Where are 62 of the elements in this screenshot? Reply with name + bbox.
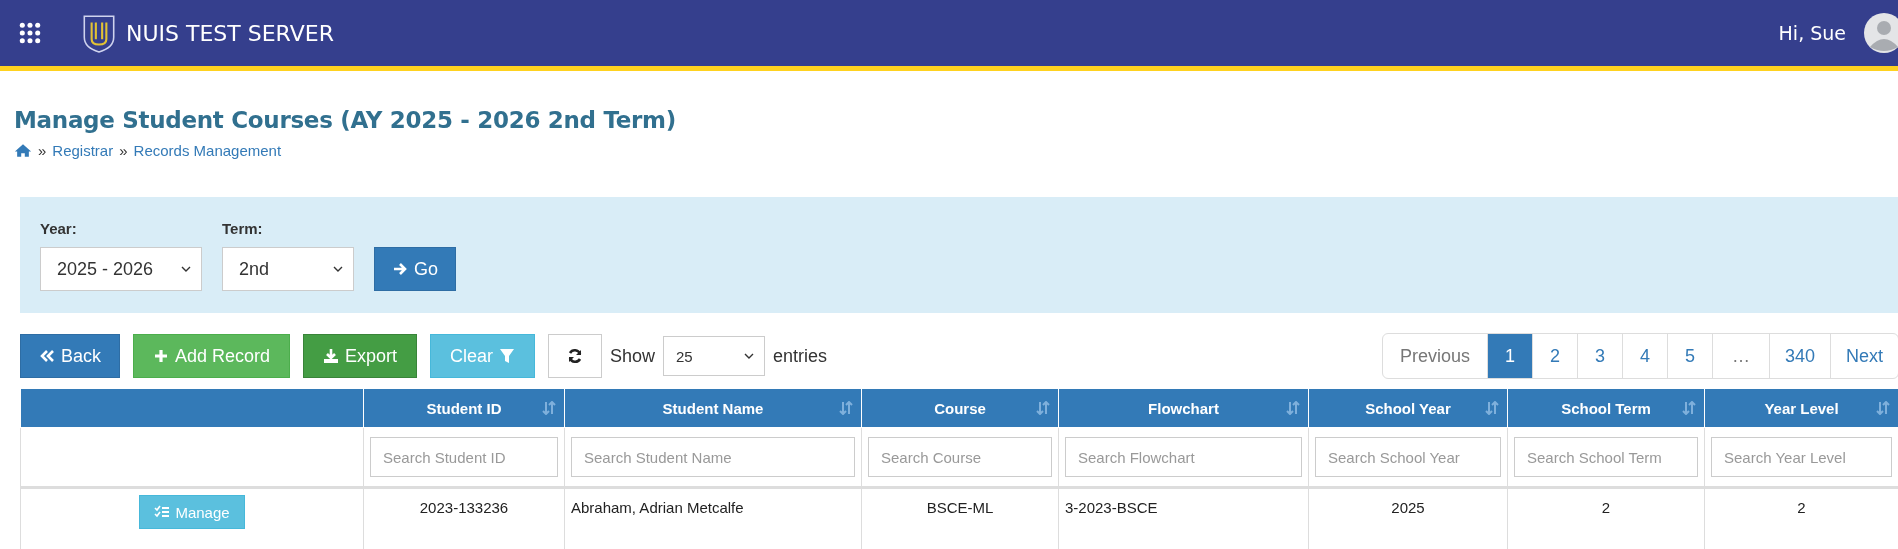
column-header[interactable]: Student ID bbox=[363, 388, 565, 428]
pagination-link[interactable]: 2 bbox=[1531, 334, 1577, 378]
pagination-link[interactable]: 340 bbox=[1768, 334, 1830, 378]
filter-select[interactable]: 2025 - 2026 bbox=[40, 247, 202, 291]
arrow-right-icon bbox=[392, 261, 408, 277]
go-button[interactable]: Go bbox=[374, 247, 456, 291]
apps-grid-icon[interactable] bbox=[19, 22, 41, 44]
app-title: NUIS TEST SERVER bbox=[126, 20, 334, 46]
sort-icon[interactable] bbox=[1286, 401, 1300, 415]
pagination-link[interactable]: 5 bbox=[1666, 334, 1712, 378]
filter-label: Year: bbox=[40, 220, 78, 237]
sort-icon[interactable] bbox=[1682, 401, 1696, 415]
column-search-field[interactable]: Search Course bbox=[868, 437, 1052, 477]
checklist-icon bbox=[154, 504, 171, 520]
column-header[interactable]: School Year bbox=[1308, 388, 1508, 428]
column-header[interactable]: Year Level bbox=[1704, 388, 1898, 428]
filter-icon bbox=[499, 348, 515, 364]
column-search-field[interactable]: Search School Year bbox=[1315, 437, 1501, 477]
home-icon[interactable] bbox=[14, 143, 32, 158]
pagination-link[interactable]: 1 bbox=[1486, 334, 1532, 378]
column-header[interactable]: Course bbox=[861, 388, 1059, 428]
user-greeting: Hi, Sue bbox=[1778, 22, 1846, 44]
column-search-field[interactable]: Search Student ID bbox=[370, 437, 558, 477]
sort-icon[interactable] bbox=[839, 401, 853, 415]
ellipsis: … bbox=[1711, 334, 1769, 378]
page-title: Manage Student Courses (AY 2025 - 2026 2nd Term) bbox=[14, 107, 677, 133]
column-header[interactable]: Student Name bbox=[564, 388, 862, 428]
breadcrumb-separator: » bbox=[38, 142, 47, 159]
sort-icon[interactable] bbox=[1036, 401, 1050, 415]
column-search-field[interactable]: Search Year Level bbox=[1711, 437, 1892, 477]
show-label: Show bbox=[610, 345, 656, 367]
entries-select[interactable]: 25 bbox=[663, 336, 766, 376]
sort-icon[interactable] bbox=[1485, 401, 1499, 415]
pagination-link[interactable]: 4 bbox=[1621, 334, 1667, 378]
breadcrumb-link[interactable]: Records Management bbox=[133, 142, 282, 159]
column-search-field[interactable]: Search School Term bbox=[1514, 437, 1698, 477]
breadcrumb-separator: » bbox=[119, 142, 128, 159]
sort-icon[interactable] bbox=[1876, 401, 1890, 415]
double-chevron-left-icon bbox=[39, 348, 55, 364]
export-button[interactable]: Export bbox=[303, 334, 417, 378]
back-button[interactable]: Back bbox=[20, 334, 120, 378]
refresh-button[interactable] bbox=[548, 334, 602, 378]
download-icon bbox=[323, 348, 339, 364]
pagination-link[interactable]: 3 bbox=[1576, 334, 1622, 378]
pagination-link[interactable]: Next bbox=[1830, 334, 1898, 378]
caret-icon bbox=[744, 353, 755, 359]
column-header[interactable]: Flowchart bbox=[1058, 388, 1309, 428]
breadcrumb-link[interactable]: Registrar bbox=[52, 142, 114, 159]
entries-label: entries bbox=[773, 345, 828, 367]
plus-icon bbox=[152, 348, 169, 364]
filter-label: Term: bbox=[222, 220, 264, 237]
filter-select[interactable]: 2nd bbox=[222, 247, 354, 291]
user-avatar-icon[interactable] bbox=[1864, 13, 1898, 53]
pagination-link[interactable]: Previous bbox=[1382, 334, 1487, 378]
column-search-field[interactable]: Search Flowchart bbox=[1065, 437, 1302, 477]
add-button[interactable]: Add Record bbox=[133, 334, 290, 378]
caret-icon bbox=[333, 266, 343, 272]
column-search-field[interactable]: Search Student Name bbox=[571, 437, 855, 477]
caret-icon bbox=[181, 266, 191, 272]
refresh-icon bbox=[567, 348, 583, 364]
column-header[interactable]: School Term bbox=[1507, 388, 1705, 428]
sort-icon[interactable] bbox=[542, 401, 556, 415]
